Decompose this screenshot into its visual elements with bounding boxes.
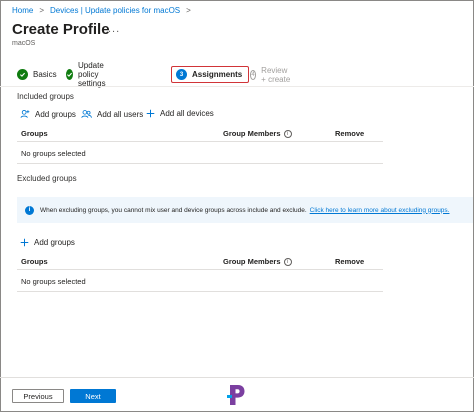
add-all-devices-label: Add all devices	[160, 109, 214, 118]
users-icon	[81, 109, 92, 119]
plus-icon	[146, 109, 155, 118]
previous-button[interactable]: Previous	[12, 389, 64, 403]
table-row: No groups selected	[17, 142, 383, 164]
banner-text: When excluding groups, you cannot mix us…	[40, 206, 307, 214]
page-title: Create Profile	[12, 21, 110, 38]
plus-icon	[20, 238, 29, 247]
excluded-groups-title: Excluded groups	[17, 174, 77, 183]
more-options-button[interactable]: ...	[108, 23, 120, 35]
column-header-group-members: Group Members i	[223, 129, 292, 139]
table-header: Groups Group Members i Remove	[17, 254, 383, 270]
info-icon[interactable]: i	[283, 258, 292, 267]
empty-message: No groups selected	[21, 149, 86, 158]
watermark-logo-icon	[225, 383, 247, 407]
step-assignments[interactable]: 3 Assignments	[171, 66, 250, 83]
divider	[0, 86, 474, 87]
column-header-remove: Remove	[335, 129, 365, 138]
step-label: Review + create	[261, 65, 291, 84]
empty-message: No groups selected	[21, 277, 86, 286]
breadcrumb-separator: >	[39, 6, 45, 15]
info-icon[interactable]: i	[283, 130, 292, 139]
add-groups-button[interactable]: Add groups	[20, 109, 76, 119]
page-subtitle: macOS	[12, 40, 36, 47]
step-number: 4	[250, 69, 257, 80]
table-header: Groups Group Members i Remove	[17, 126, 383, 142]
check-icon	[17, 69, 28, 80]
column-header-label: Group Members	[223, 129, 281, 138]
info-icon: i	[25, 205, 34, 215]
add-groups-label: Add groups	[34, 238, 75, 247]
step-number: 3	[176, 69, 187, 80]
table-row: No groups selected	[17, 270, 383, 292]
user-add-icon	[20, 109, 30, 119]
step-update-policy-settings[interactable]: Update policy settings	[66, 61, 110, 88]
step-label: Update policy settings	[78, 61, 106, 88]
breadcrumb-separator: >	[186, 6, 191, 15]
add-groups-label: Add groups	[35, 109, 76, 119]
footer-divider	[0, 377, 474, 378]
add-all-users-button[interactable]: Add all users	[81, 109, 143, 119]
breadcrumb: Home > Devices | Update policies for mac…	[12, 6, 197, 15]
step-review-create[interactable]: 4 Review + create	[250, 65, 291, 84]
learn-more-link[interactable]: Click here to learn more about excluding…	[310, 207, 450, 214]
check-icon	[66, 69, 73, 80]
column-header-groups: Groups	[21, 257, 48, 266]
breadcrumb-devices[interactable]: Devices | Update policies for macOS	[50, 6, 180, 15]
column-header-groups: Groups	[21, 129, 48, 138]
add-all-users-label: Add all users	[97, 109, 144, 119]
info-banner: i When excluding groups, you cannot mix …	[17, 197, 473, 223]
column-header-remove: Remove	[335, 257, 365, 266]
next-button[interactable]: Next	[70, 389, 116, 403]
column-header-group-members: Group Members i	[223, 257, 292, 267]
column-header-label: Group Members	[223, 257, 281, 266]
step-label: Basics	[33, 70, 57, 79]
breadcrumb-home[interactable]: Home	[12, 6, 33, 15]
step-label: Assignments	[192, 70, 243, 79]
add-all-devices-button[interactable]: Add all devices	[146, 109, 214, 118]
add-excluded-groups-button[interactable]: Add groups	[20, 238, 75, 247]
included-groups-title: Included groups	[17, 92, 74, 101]
step-basics[interactable]: Basics	[17, 66, 57, 83]
